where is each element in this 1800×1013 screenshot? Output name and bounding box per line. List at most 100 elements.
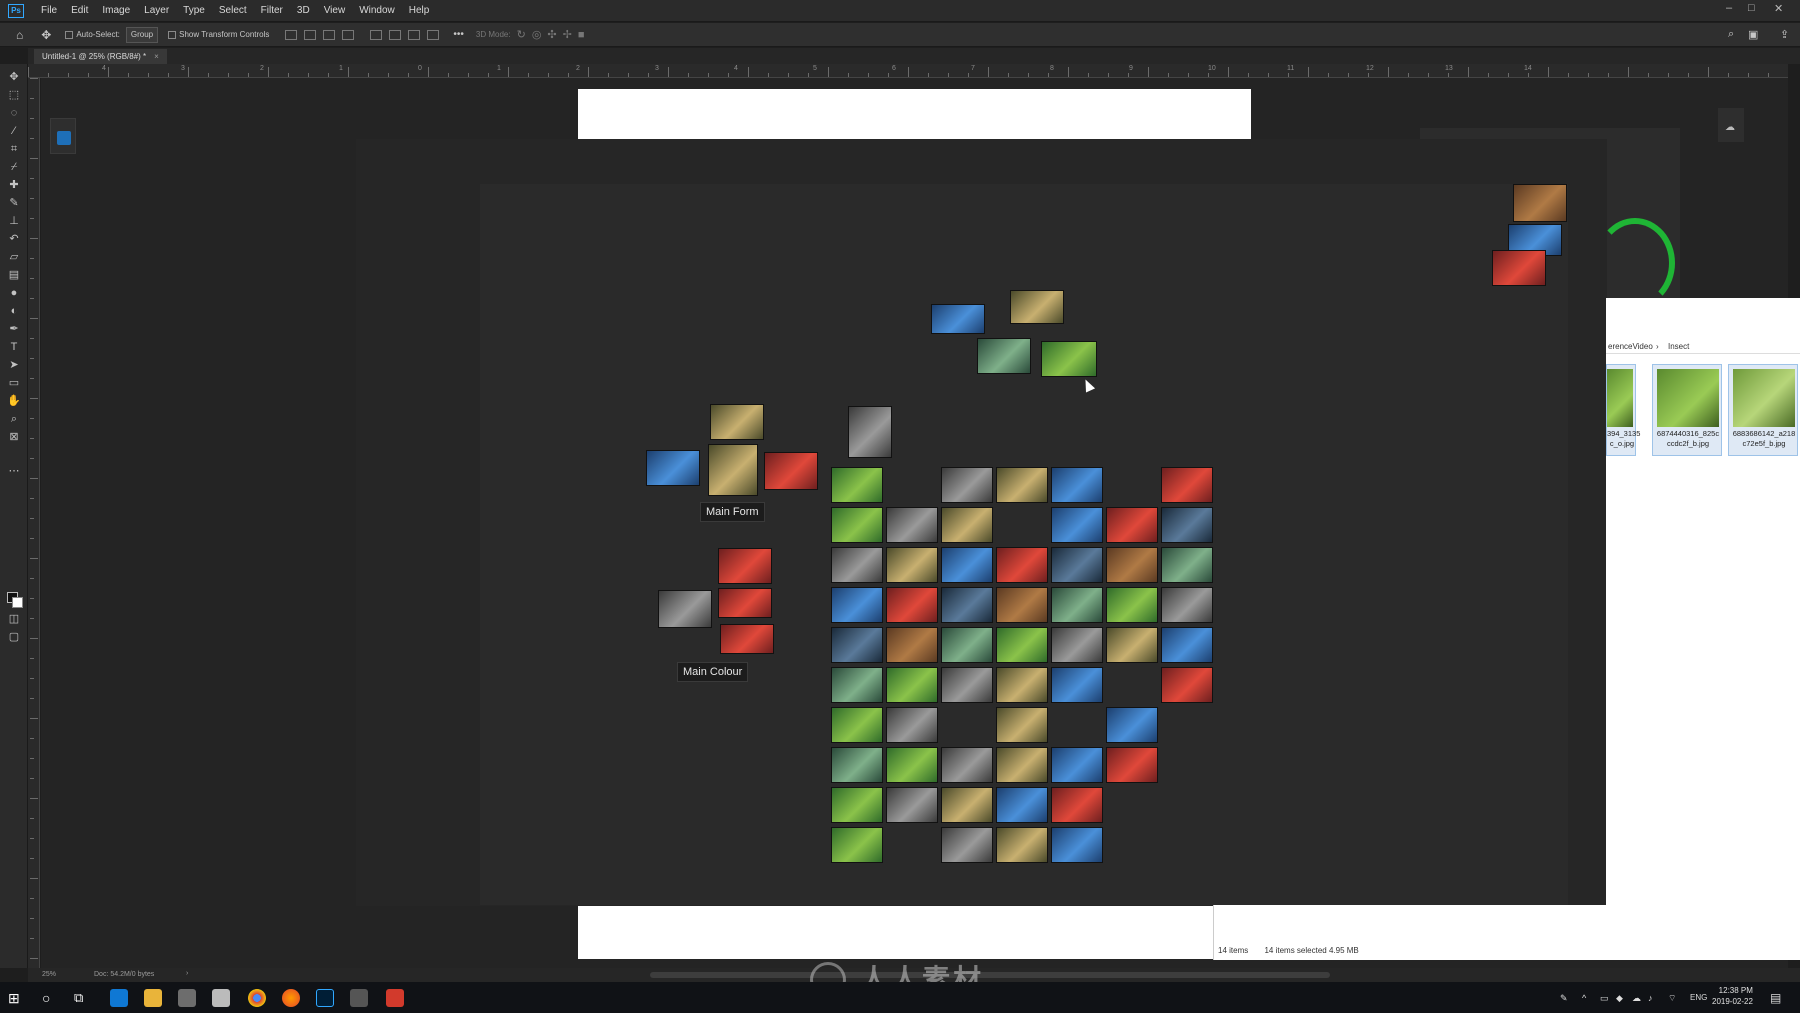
- collage-photo[interactable]: [886, 747, 938, 783]
- store-icon[interactable]: [178, 989, 196, 1007]
- zoom-tool-icon[interactable]: ⌕: [6, 412, 22, 426]
- collage-photo[interactable]: [1051, 547, 1103, 583]
- collage-photo[interactable]: [708, 444, 758, 496]
- collage-photo[interactable]: [1051, 587, 1103, 623]
- menu-type[interactable]: Type: [176, 5, 212, 16]
- background-color-swatch[interactable]: [12, 597, 23, 608]
- collage-photo[interactable]: [931, 304, 985, 334]
- tray-pen-icon[interactable]: ✎: [1560, 993, 1572, 1005]
- collage-photo[interactable]: [886, 587, 938, 623]
- workspace-icon[interactable]: ▣: [1748, 27, 1758, 43]
- clone-stamp-tool-icon[interactable]: ⊥: [6, 214, 22, 228]
- 3d-camera-icon[interactable]: ■: [578, 27, 585, 43]
- collage-photo[interactable]: [1051, 787, 1103, 823]
- collage-photo[interactable]: [996, 827, 1048, 863]
- collage-photo[interactable]: [996, 627, 1048, 663]
- obs-icon[interactable]: [350, 989, 368, 1007]
- menu-edit[interactable]: Edit: [64, 5, 95, 16]
- align-top-icon[interactable]: [370, 29, 383, 40]
- collage-photo[interactable]: [1106, 627, 1158, 663]
- document-info[interactable]: Doc: 54.2M/0 bytes: [94, 971, 154, 978]
- collage-photo[interactable]: [831, 667, 883, 703]
- collage-photo[interactable]: [886, 787, 938, 823]
- edit-toolbar-icon[interactable]: ⋯: [6, 464, 22, 478]
- collage-photo[interactable]: [886, 707, 938, 743]
- path-selection-tool-icon[interactable]: ➤: [6, 358, 22, 372]
- breadcrumb[interactable]: erenceVideo › Insect: [1606, 340, 1800, 354]
- collage-photo[interactable]: [941, 787, 993, 823]
- firefox-icon[interactable]: [282, 989, 300, 1007]
- mail-icon[interactable]: [212, 989, 230, 1007]
- tray-network-icon[interactable]: ▭: [1600, 993, 1612, 1005]
- taskbar-clock[interactable]: 12:38 PM 2019-02-22: [1712, 985, 1753, 1007]
- collage-photo[interactable]: [886, 547, 938, 583]
- collapsed-panel-dock[interactable]: ☁: [1718, 108, 1744, 142]
- collage-photo[interactable]: [1161, 547, 1213, 583]
- gradient-tool-icon[interactable]: ▤: [6, 268, 22, 282]
- collage-photo[interactable]: [941, 747, 993, 783]
- 3d-drag-icon[interactable]: ✣: [547, 27, 556, 43]
- collage-photo[interactable]: [1010, 290, 1064, 324]
- collage-photo[interactable]: [1492, 250, 1546, 286]
- collage-photo[interactable]: [831, 507, 883, 543]
- collage-photo[interactable]: [996, 547, 1048, 583]
- collage-photo[interactable]: [996, 467, 1048, 503]
- brush-tool-icon[interactable]: ✎: [6, 196, 22, 210]
- notifications-icon[interactable]: ▤: [1770, 991, 1784, 1005]
- maximize-button[interactable]: □: [1748, 2, 1755, 14]
- collage-photo[interactable]: [831, 827, 883, 863]
- menu-help[interactable]: Help: [402, 5, 437, 16]
- file-thumbnail[interactable]: 6874440316_825c ccdc2f_b.jpg: [1652, 364, 1722, 456]
- menu-file[interactable]: File: [34, 5, 64, 16]
- collage-photo[interactable]: [1161, 507, 1213, 543]
- collage-photo[interactable]: [996, 747, 1048, 783]
- plugin-icon[interactable]: [57, 131, 71, 145]
- chrome-icon[interactable]: [248, 989, 266, 1007]
- collage-photo[interactable]: [1041, 341, 1097, 377]
- menu-filter[interactable]: Filter: [254, 5, 290, 16]
- collage-photo[interactable]: [977, 338, 1031, 374]
- menu-3d[interactable]: 3D: [290, 5, 317, 16]
- collage-photo[interactable]: [996, 667, 1048, 703]
- horizontal-scrollbar[interactable]: [650, 972, 1330, 978]
- share-icon[interactable]: ⇪: [1780, 27, 1789, 43]
- move-tool-icon[interactable]: ✥: [6, 70, 22, 84]
- collage-photo[interactable]: [996, 707, 1048, 743]
- collage-photo[interactable]: [941, 827, 993, 863]
- marquee-tool-icon[interactable]: ⬚: [6, 88, 22, 102]
- lasso-tool-icon[interactable]: ◌: [6, 106, 22, 120]
- windows-start-icon[interactable]: ⊞: [8, 990, 26, 1008]
- collage-photo[interactable]: [848, 406, 892, 458]
- history-brush-tool-icon[interactable]: ↶: [6, 232, 22, 246]
- collage-photo[interactable]: [1161, 587, 1213, 623]
- collage-photo[interactable]: [718, 588, 772, 618]
- collage-photo[interactable]: [1051, 667, 1103, 703]
- collage-photo[interactable]: [1051, 827, 1103, 863]
- collage-photo[interactable]: [710, 404, 764, 440]
- collage-photo[interactable]: [831, 547, 883, 583]
- align-right-icon[interactable]: [323, 29, 336, 40]
- language-indicator[interactable]: ENG: [1690, 993, 1707, 1002]
- dodge-tool-icon[interactable]: ◐: [6, 304, 22, 318]
- healing-brush-tool-icon[interactable]: ✚: [6, 178, 22, 192]
- hand-tool-icon[interactable]: ✋: [6, 394, 22, 408]
- collage-photo[interactable]: [941, 587, 993, 623]
- collage-photo[interactable]: [1513, 184, 1567, 222]
- collage-photo[interactable]: [1106, 507, 1158, 543]
- recorder-app-icon[interactable]: [386, 989, 404, 1007]
- collage-photo[interactable]: [886, 507, 938, 543]
- collage-photo[interactable]: [996, 787, 1048, 823]
- group-select[interactable]: Group: [125, 26, 159, 43]
- shape-tool-icon[interactable]: ▭: [6, 376, 22, 390]
- align-center-icon[interactable]: [304, 29, 317, 40]
- collage-photo[interactable]: [1051, 747, 1103, 783]
- collage-photo[interactable]: [1106, 547, 1158, 583]
- menu-select[interactable]: Select: [212, 5, 254, 16]
- file-explorer-icon[interactable]: [144, 989, 162, 1007]
- collage-photo[interactable]: [1161, 467, 1213, 503]
- collage-photo[interactable]: [996, 587, 1048, 623]
- collage-photo[interactable]: [646, 450, 700, 486]
- close-tab-icon[interactable]: ×: [154, 52, 159, 61]
- status-menu-arrow[interactable]: ›: [186, 970, 188, 977]
- collage-photo[interactable]: [1051, 507, 1103, 543]
